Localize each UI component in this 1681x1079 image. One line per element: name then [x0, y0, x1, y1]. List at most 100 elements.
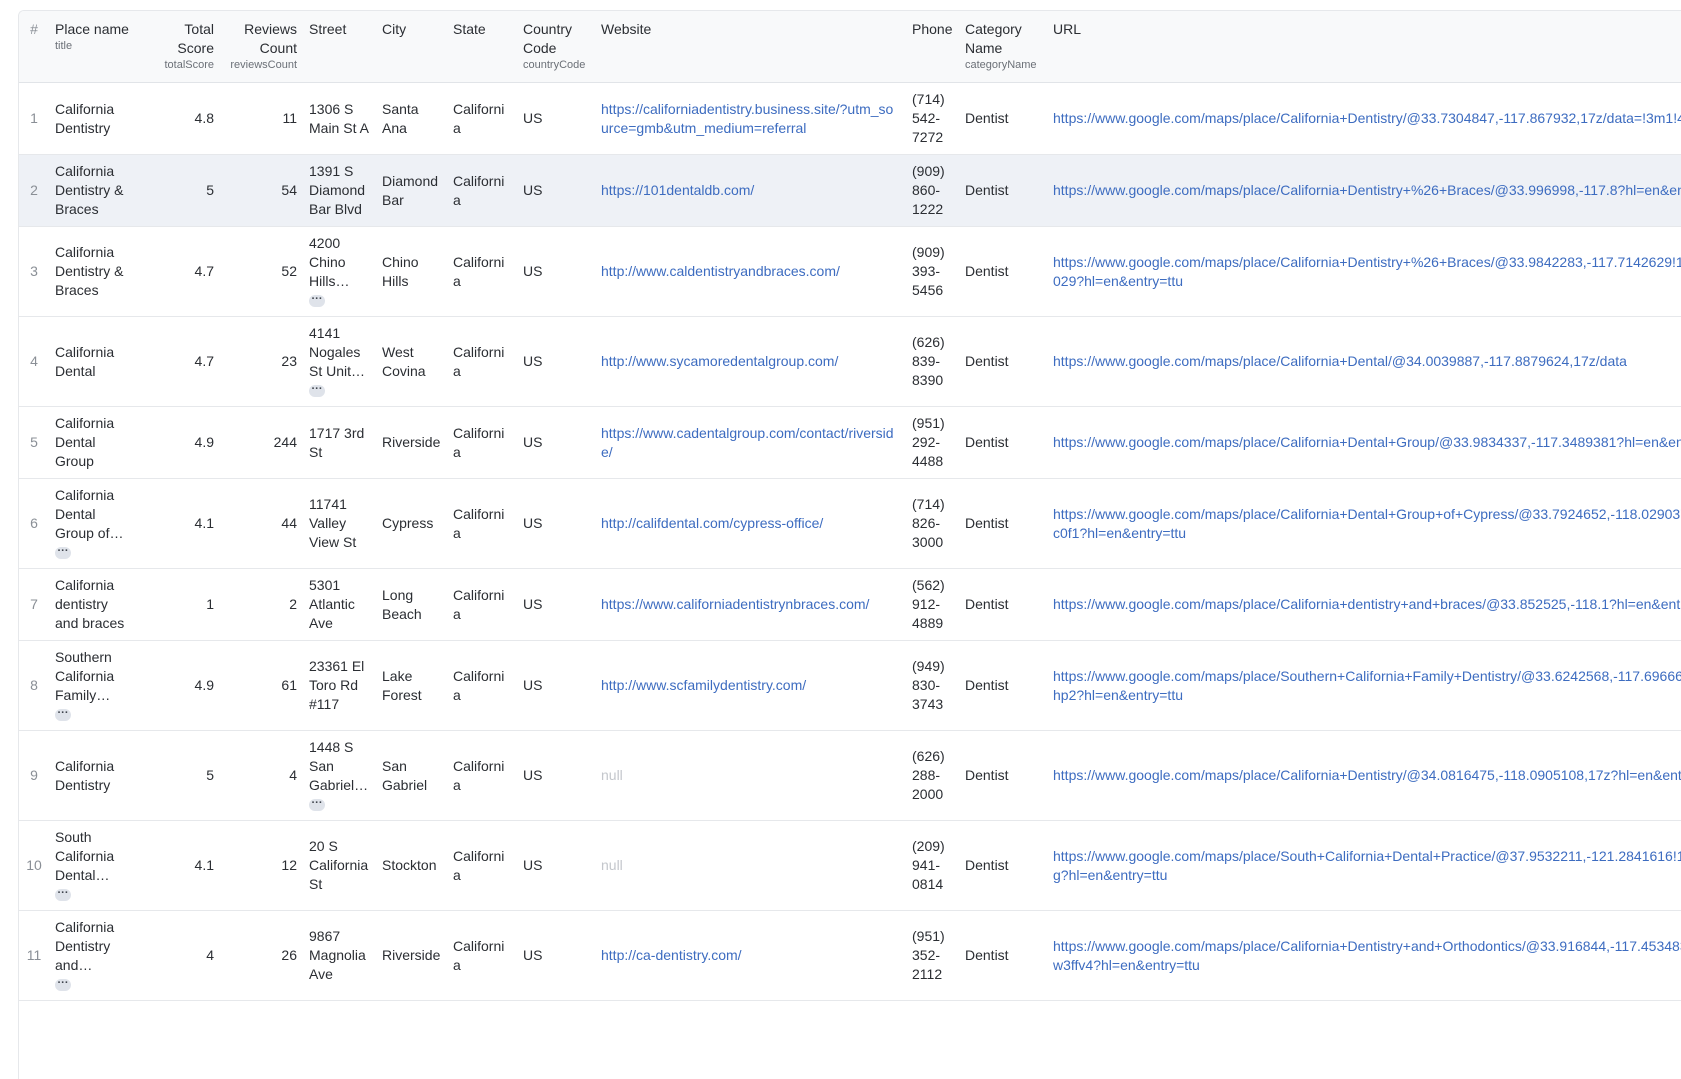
google-maps-url-link[interactable]: https://www.google.com/maps/place/Califo…	[1053, 595, 1681, 614]
expand-more-icon[interactable]: ···	[55, 545, 71, 559]
website-link[interactable]: http://www.sycamoredentalgroup.com/	[601, 352, 900, 371]
cell-street[interactable]: 1391 S Diamond Bar Blvd	[303, 154, 376, 227]
cell-website[interactable]: http://califdental.com/cypress-office/	[595, 478, 906, 569]
google-maps-url-link[interactable]: https://www.google.com/maps/place/Califo…	[1053, 505, 1681, 543]
website-link[interactable]: https://www.cadentalgroup.com/contact/ri…	[601, 424, 900, 462]
col-header-state[interactable]: State	[447, 11, 517, 83]
google-maps-url-link[interactable]: https://www.google.com/maps/place/Califo…	[1053, 352, 1681, 371]
cell-street[interactable]: 1717 3rd St	[303, 406, 376, 479]
table-row[interactable]: 11 California Dentistry and… ··· 4 26 9867 Ma…	[19, 910, 1681, 1001]
cell-website[interactable]: https://californiadentistry.business.sit…	[595, 82, 906, 155]
cell-url[interactable]: https://www.google.com/maps/place/South+…	[1047, 820, 1681, 911]
table-row[interactable]: 3 California Dentistry & Braces 4.7 52 4200 …	[19, 226, 1681, 317]
cell-street[interactable]: 5301 Atlantic Ave	[303, 568, 376, 641]
expand-more-icon[interactable]: ···	[309, 293, 325, 307]
cell-url[interactable]: https://www.google.com/maps/place/Califo…	[1047, 154, 1681, 227]
google-maps-url-link[interactable]: https://www.google.com/maps/place/South+…	[1053, 847, 1681, 885]
cell-street[interactable]: 1448 S San Gabriel… ···	[303, 730, 376, 821]
cell-street[interactable]: 1306 S Main St A	[303, 82, 376, 155]
table-row[interactable]: 9 California Dentistry 5 4 1448 S San Gabrie…	[19, 730, 1681, 821]
col-header-url[interactable]: URL	[1047, 11, 1681, 83]
col-header-category-name[interactable]: Category Name categoryName	[959, 11, 1047, 83]
cell-title[interactable]: South California Dental… ···	[49, 820, 138, 911]
google-maps-url-link[interactable]: https://www.google.com/maps/place/Califo…	[1053, 433, 1681, 452]
col-header-phone[interactable]: Phone	[906, 11, 959, 83]
expand-more-icon[interactable]: ···	[55, 977, 71, 991]
table-row[interactable]: 10 South California Dental… ··· 4.1 12 20 S C…	[19, 820, 1681, 911]
cell-title[interactable]: California Dentistry	[49, 82, 138, 155]
website-link[interactable]: http://ca-dentistry.com/	[601, 946, 900, 965]
cell-street[interactable]: 4200 Chino Hills… ···	[303, 226, 376, 317]
cell-url[interactable]: https://www.google.com/maps/place/Califo…	[1047, 910, 1681, 1001]
website-link[interactable]: https://www.californiadentistrynbraces.c…	[601, 595, 900, 614]
cell-reviews-count: 244	[220, 406, 303, 479]
website-link[interactable]: https://californiadentistry.business.sit…	[601, 100, 900, 138]
table-row[interactable]: 4 California Dental 4.7 23 4141 Nogales St U…	[19, 316, 1681, 407]
row-index: 8	[19, 640, 49, 731]
cell-title[interactable]: California dentistry and braces	[49, 568, 138, 641]
col-header-total-score[interactable]: Total Score totalScore	[138, 11, 220, 83]
table-row[interactable]: 8 Southern California Family… ··· 4.9 61 2336…	[19, 640, 1681, 731]
cell-title[interactable]: Southern California Family… ···	[49, 640, 138, 731]
col-header-country-code[interactable]: Country Code countryCode	[517, 11, 595, 83]
cell-title[interactable]: California Dentistry & Braces	[49, 226, 138, 317]
cell-url[interactable]: https://www.google.com/maps/place/Califo…	[1047, 226, 1681, 317]
cell-url[interactable]: https://www.google.com/maps/place/Califo…	[1047, 478, 1681, 569]
col-header-city[interactable]: City	[376, 11, 447, 83]
cell-website[interactable]: https://101dentaldb.com/	[595, 154, 906, 227]
cell-url[interactable]: https://www.google.com/maps/place/Southe…	[1047, 640, 1681, 731]
col-header-title[interactable]: Place name title	[49, 11, 138, 83]
cell-url[interactable]: https://www.google.com/maps/place/Califo…	[1047, 730, 1681, 821]
cell-city: Lake Forest	[376, 640, 447, 731]
col-header-website[interactable]: Website	[595, 11, 906, 83]
google-maps-url-link[interactable]: https://www.google.com/maps/place/Califo…	[1053, 937, 1681, 975]
website-link[interactable]: http://califdental.com/cypress-office/	[601, 514, 900, 533]
cell-street[interactable]: 9867 Magnolia Ave	[303, 910, 376, 1001]
table-row[interactable]: 5 California Dental Group 4.9 244 1717 3rd S…	[19, 406, 1681, 479]
website-link[interactable]: http://www.caldentistryandbraces.com/	[601, 262, 900, 281]
google-maps-url-link[interactable]: https://www.google.com/maps/place/Califo…	[1053, 109, 1681, 128]
cell-title[interactable]: California Dentistry & Braces	[49, 154, 138, 227]
expand-more-icon[interactable]: ···	[309, 797, 325, 811]
table-row[interactable]: 6 California Dental Group of… ··· 4.1 44 1174…	[19, 478, 1681, 569]
cell-website[interactable]: http://www.sycamoredentalgroup.com/	[595, 316, 906, 407]
website-link[interactable]: http://www.scfamilydentistry.com/	[601, 676, 900, 695]
cell-title[interactable]: California Dental Group	[49, 406, 138, 479]
cell-website[interactable]: http://www.caldentistryandbraces.com/	[595, 226, 906, 317]
table-row[interactable]: 7 California dentistry and braces 1 2 5301 A…	[19, 568, 1681, 641]
cell-title[interactable]: California Dentistry and… ···	[49, 910, 138, 1001]
cell-website[interactable]: https://www.californiadentistrynbraces.c…	[595, 568, 906, 641]
phone-text: (951) 352-2112	[912, 928, 945, 982]
expand-more-icon[interactable]: ···	[309, 383, 325, 397]
cell-website[interactable]: https://www.cadentalgroup.com/contact/ri…	[595, 406, 906, 479]
cell-website[interactable]: http://ca-dentistry.com/	[595, 910, 906, 1001]
cell-url[interactable]: https://www.google.com/maps/place/Califo…	[1047, 316, 1681, 407]
google-maps-url-link[interactable]: https://www.google.com/maps/place/Califo…	[1053, 253, 1681, 291]
phone-text: (951) 292-4488	[912, 415, 945, 469]
place-name-text: California Dental	[55, 343, 115, 379]
col-header-street[interactable]: Street	[303, 11, 376, 83]
cell-website[interactable]: http://www.scfamilydentistry.com/	[595, 640, 906, 731]
cell-title[interactable]: California Dentistry	[49, 730, 138, 821]
cell-street[interactable]: 4141 Nogales St Unit… ···	[303, 316, 376, 407]
table-row[interactable]: 1 California Dentistry 4.8 11 1306 S Main St…	[19, 82, 1681, 155]
cell-url[interactable]: https://www.google.com/maps/place/Califo…	[1047, 406, 1681, 479]
cell-title[interactable]: California Dental Group of… ···	[49, 478, 138, 569]
col-header-index[interactable]: #	[19, 11, 49, 83]
website-link[interactable]: https://101dentaldb.com/	[601, 181, 900, 200]
cell-url[interactable]: https://www.google.com/maps/place/Califo…	[1047, 82, 1681, 155]
cell-title[interactable]: California Dental	[49, 316, 138, 407]
expand-more-icon[interactable]: ···	[55, 707, 71, 721]
expand-more-icon[interactable]: ···	[55, 887, 71, 901]
cell-street[interactable]: 11741 Valley View St	[303, 478, 376, 569]
google-maps-url-link[interactable]: https://www.google.com/maps/place/Califo…	[1053, 766, 1681, 785]
country-code-text: US	[523, 515, 543, 531]
google-maps-url-link[interactable]: https://www.google.com/maps/place/Southe…	[1053, 667, 1681, 705]
cell-street[interactable]: 23361 El Toro Rd #117	[303, 640, 376, 731]
cell-url[interactable]: https://www.google.com/maps/place/Califo…	[1047, 568, 1681, 641]
col-header-reviews-count[interactable]: Reviews Count reviewsCount	[220, 11, 303, 83]
table-row[interactable]: 2 California Dentistry & Braces 5 54 1391 S …	[19, 154, 1681, 227]
cell-street[interactable]: 20 S California St	[303, 820, 376, 911]
dataset-table-container[interactable]: # Place name title Total Score totalScore Rev…	[18, 10, 1681, 1079]
google-maps-url-link[interactable]: https://www.google.com/maps/place/Califo…	[1053, 181, 1681, 200]
